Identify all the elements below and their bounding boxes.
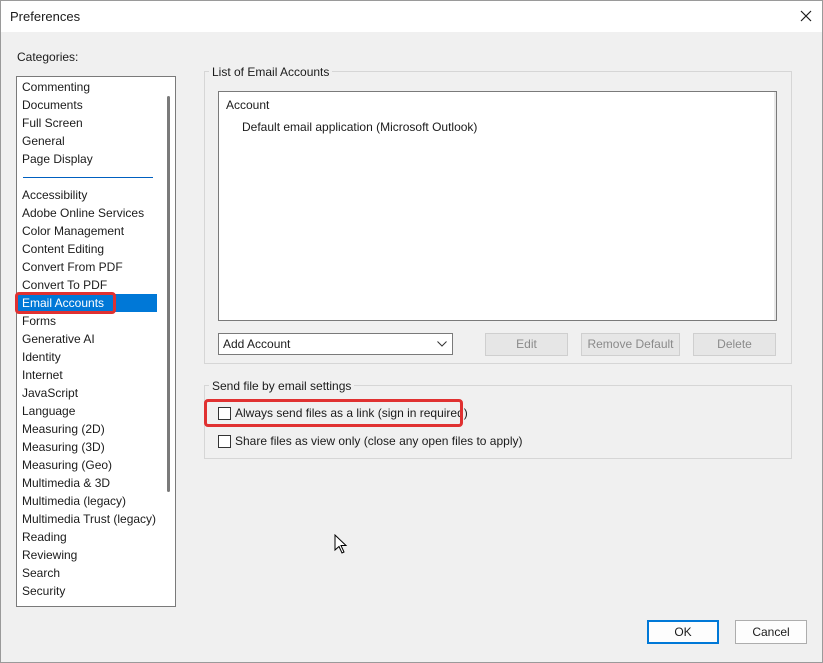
categories-scrollbar[interactable] (167, 96, 170, 492)
categories-label: Categories: (17, 50, 79, 64)
email-accounts-highlight (15, 292, 116, 314)
category-multimedia-trust-legacy[interactable]: Multimedia Trust (legacy) (17, 510, 157, 528)
add-account-dropdown[interactable]: Add Account (218, 333, 453, 355)
send-as-link-highlight (204, 399, 463, 427)
view-only-label: Share files as view only (close any open… (235, 434, 523, 448)
category-convert-from-pdf[interactable]: Convert From PDF (17, 258, 157, 276)
category-accessibility[interactable]: Accessibility (17, 186, 157, 204)
category-full-screen[interactable]: Full Screen (17, 114, 157, 132)
ok-button[interactable]: OK (647, 620, 719, 644)
edit-button[interactable]: Edit (485, 333, 568, 356)
category-javascript[interactable]: JavaScript (17, 384, 157, 402)
account-column-header: Account (226, 98, 270, 112)
category-page-display[interactable]: Page Display (17, 150, 157, 168)
close-button[interactable] (792, 3, 820, 29)
preferences-dialog: Preferences Categories: Commenting Docum… (0, 0, 823, 663)
category-generative-ai[interactable]: Generative AI (17, 330, 157, 348)
cancel-button[interactable]: Cancel (735, 620, 807, 644)
send-settings-group-title: Send file by email settings (209, 379, 355, 393)
category-general[interactable]: General (17, 132, 157, 150)
category-divider (23, 177, 153, 178)
email-accounts-group-title: List of Email Accounts (209, 65, 333, 79)
view-only-option[interactable]: Share files as view only (close any open… (218, 434, 522, 448)
category-color-management[interactable]: Color Management (17, 222, 157, 240)
category-language[interactable]: Language (17, 402, 157, 420)
category-reviewing[interactable]: Reviewing (17, 546, 157, 564)
email-accounts-list[interactable]: Account Default email application (Micro… (218, 91, 777, 321)
remove-default-button[interactable]: Remove Default (581, 333, 680, 356)
window-title: Preferences (10, 9, 81, 24)
view-only-checkbox[interactable] (218, 434, 231, 448)
add-account-label: Add Account (223, 337, 291, 351)
category-multimedia-legacy[interactable]: Multimedia (legacy) (17, 492, 157, 510)
category-measuring-geo[interactable]: Measuring (Geo) (17, 456, 157, 474)
accounts-scrollbar (774, 92, 776, 320)
title-bar: Preferences (1, 1, 822, 32)
delete-button[interactable]: Delete (693, 333, 776, 356)
account-row-default[interactable]: Default email application (Microsoft Out… (242, 120, 477, 134)
close-icon (800, 10, 812, 22)
category-documents[interactable]: Documents (17, 96, 157, 114)
mouse-cursor-icon (334, 534, 348, 554)
category-adobe-online-services[interactable]: Adobe Online Services (17, 204, 157, 222)
category-forms[interactable]: Forms (17, 312, 157, 330)
category-content-editing[interactable]: Content Editing (17, 240, 157, 258)
category-reading[interactable]: Reading (17, 528, 157, 546)
categories-list[interactable]: Commenting Documents Full Screen General… (16, 76, 176, 607)
category-multimedia-3d[interactable]: Multimedia & 3D (17, 474, 157, 492)
chevron-down-icon (437, 341, 447, 347)
category-security[interactable]: Security (17, 582, 157, 600)
category-measuring-2d[interactable]: Measuring (2D) (17, 420, 157, 438)
category-internet[interactable]: Internet (17, 366, 157, 384)
category-commenting[interactable]: Commenting (17, 78, 157, 96)
category-identity[interactable]: Identity (17, 348, 157, 366)
category-search[interactable]: Search (17, 564, 157, 582)
category-measuring-3d[interactable]: Measuring (3D) (17, 438, 157, 456)
